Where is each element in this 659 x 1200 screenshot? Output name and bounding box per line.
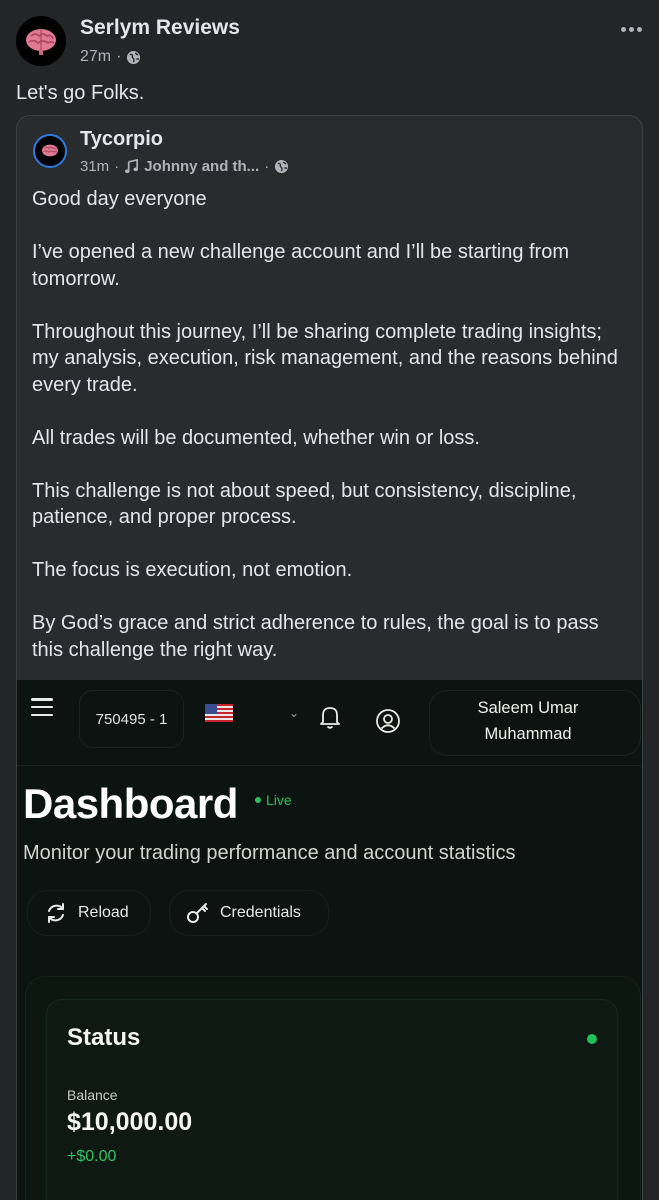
shared-avatar[interactable] xyxy=(33,134,67,168)
post-paragraph: All trades will be documented, whether w… xyxy=(32,426,480,449)
post-header: Serlym Reviews 27m · xyxy=(16,12,643,72)
music-track[interactable]: Johnny and th... xyxy=(144,158,259,175)
us-flag-icon xyxy=(205,704,233,722)
live-dot-icon xyxy=(255,797,261,803)
shared-post-meta: 31m · Johnny and th... · xyxy=(80,158,289,175)
shared-post-time[interactable]: 31m xyxy=(80,158,109,175)
account-id: 750495 - 1 xyxy=(95,710,168,728)
meta-separator: · xyxy=(116,48,122,65)
user-circle-icon xyxy=(376,709,400,733)
brain-icon xyxy=(42,144,58,157)
post-paragraph: I’ve opened a new challenge account and … xyxy=(32,241,570,290)
avatar[interactable] xyxy=(16,16,66,66)
globe-icon xyxy=(127,50,141,64)
post-paragraph: This challenge is not about speed, but c… xyxy=(32,479,577,529)
brain-icon xyxy=(26,29,56,55)
post-meta: 27m · xyxy=(80,48,141,66)
live-label: Live xyxy=(266,792,292,808)
more-dot-icon xyxy=(620,26,626,32)
live-indicator: Live xyxy=(255,792,292,808)
credentials-label: Credentials xyxy=(220,904,301,921)
user-profile-pill: Saleem Umar Muhammad xyxy=(429,690,641,756)
status-card: Status Balance $10,000.00 +$0.00 xyxy=(46,999,618,1200)
key-icon xyxy=(187,903,208,923)
balance-label: Balance xyxy=(67,1087,118,1103)
status-panel: Status Balance $10,000.00 +$0.00 xyxy=(25,976,641,1200)
status-dot-icon xyxy=(587,1034,597,1044)
reload-label: Reload xyxy=(78,904,129,921)
more-options-button[interactable] xyxy=(613,18,649,40)
globe-icon xyxy=(275,159,289,174)
dashboard-subtitle: Monitor your trading performance and acc… xyxy=(23,842,516,864)
shared-post-body: Good day everyone I’ve opened a new chal… xyxy=(32,186,632,690)
post-text: Let's go Folks. xyxy=(16,82,145,104)
more-dot-icon xyxy=(636,26,642,32)
post-paragraph: The focus is execution, not emotion. xyxy=(32,559,353,581)
chevron-down-icon: ⌄ xyxy=(289,706,300,720)
shared-post-card[interactable]: Tycorpio 31m · Johnny and th... · Good d… xyxy=(16,115,643,1200)
user-name: Saleem Umar Muhammad xyxy=(477,699,579,743)
post-paragraph: Throughout this journey, I’ll be sharing… xyxy=(32,320,618,396)
author-name[interactable]: Serlym Reviews xyxy=(80,16,240,40)
balance-value: $10,000.00 xyxy=(67,1108,193,1136)
post-paragraph: Good day everyone xyxy=(32,188,207,210)
post-time[interactable]: 27m xyxy=(80,48,111,66)
post-paragraph: By God’s grace and strict adherence to r… xyxy=(32,612,599,661)
dashboard-topbar: 750495 - 1 ⌄ Saleem Umar Muhammad xyxy=(17,680,642,766)
hamburger-menu-icon xyxy=(31,698,53,716)
credentials-button: Credentials xyxy=(169,890,329,936)
meta-separator: · xyxy=(114,158,120,175)
reload-button: Reload xyxy=(27,890,151,936)
music-note-icon xyxy=(125,159,139,174)
meta-separator: · xyxy=(264,158,270,175)
shared-author-name[interactable]: Tycorpio xyxy=(80,128,163,151)
shared-post-header: Tycorpio 31m · Johnny and th... · xyxy=(31,128,621,178)
status-title: Status xyxy=(67,1024,141,1051)
dashboard-title: Dashboard xyxy=(23,780,238,827)
balance-change: +$0.00 xyxy=(67,1148,117,1165)
bell-icon xyxy=(320,707,340,729)
refresh-icon xyxy=(48,903,64,923)
dashboard-screenshot[interactable]: 750495 - 1 ⌄ Saleem Umar Muhammad Dashbo… xyxy=(17,680,642,1200)
account-selector: 750495 - 1 xyxy=(79,690,184,748)
more-dot-icon xyxy=(628,26,634,32)
